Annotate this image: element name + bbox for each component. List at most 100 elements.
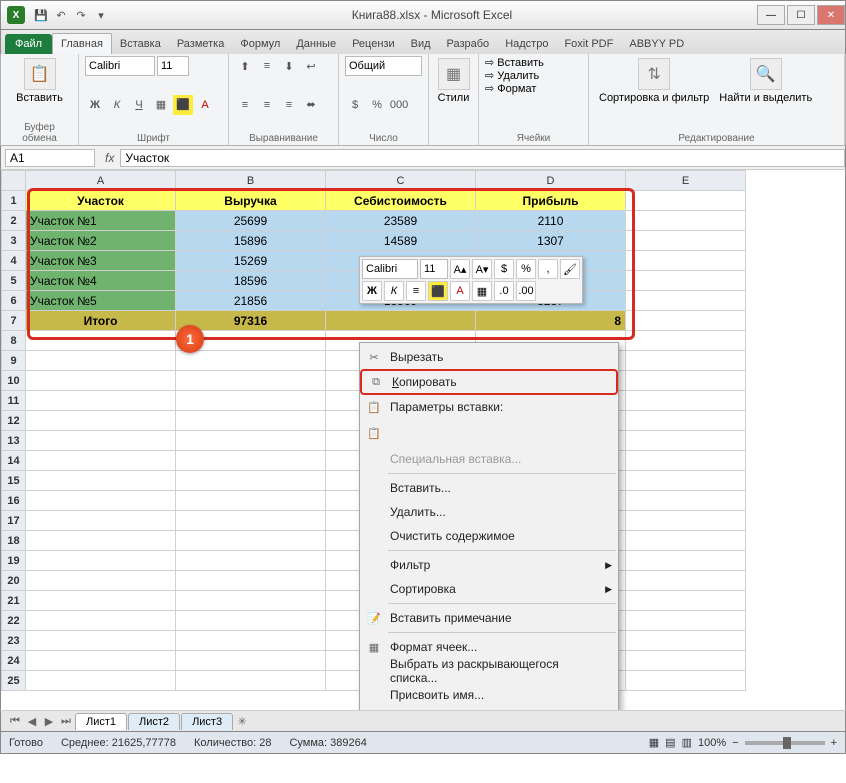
row-header[interactable]: 19: [2, 551, 26, 571]
mini-percent-button[interactable]: %: [516, 259, 536, 279]
tab-addins[interactable]: Надстро: [497, 34, 556, 54]
row-header[interactable]: 20: [2, 571, 26, 591]
qat-dropdown-icon[interactable]: ▾: [93, 7, 109, 23]
tab-insert[interactable]: Вставка: [112, 34, 169, 54]
row-header[interactable]: 16: [2, 491, 26, 511]
cell[interactable]: [326, 311, 476, 331]
cell[interactable]: Участок №4: [26, 271, 176, 291]
align-right-button[interactable]: ≡: [279, 95, 299, 115]
find-select-button[interactable]: 🔍Найти и выделить: [715, 56, 816, 106]
mini-italic-button[interactable]: К: [384, 281, 404, 301]
cell[interactable]: [176, 551, 326, 571]
cell[interactable]: [626, 331, 746, 351]
cell[interactable]: [626, 611, 746, 631]
row-header[interactable]: 12: [2, 411, 26, 431]
cell[interactable]: 15269: [176, 251, 326, 271]
cell[interactable]: 8: [476, 311, 626, 331]
row-header[interactable]: 22: [2, 611, 26, 631]
wrap-text-button[interactable]: ↩: [301, 56, 321, 76]
font-name-combo[interactable]: Calibri: [85, 56, 155, 76]
cell[interactable]: [626, 571, 746, 591]
mini-increase-decimal-button[interactable]: .0: [494, 281, 514, 301]
cell[interactable]: [176, 671, 326, 691]
tab-review[interactable]: Рецензи: [344, 34, 403, 54]
cell[interactable]: Итого: [26, 311, 176, 331]
cell[interactable]: [176, 591, 326, 611]
col-header-e[interactable]: E: [626, 171, 746, 191]
mini-fill-color-button[interactable]: ⬛: [428, 281, 448, 301]
view-normal-button[interactable]: ▦: [649, 736, 659, 749]
cell[interactable]: [26, 431, 176, 451]
cell[interactable]: [176, 471, 326, 491]
save-icon[interactable]: 💾: [33, 7, 49, 23]
col-header-d[interactable]: D: [476, 171, 626, 191]
menu-filter[interactable]: Фильтр▶: [360, 553, 618, 577]
row-header[interactable]: 24: [2, 651, 26, 671]
zoom-out-button[interactable]: −: [732, 737, 738, 749]
col-header-b[interactable]: B: [176, 171, 326, 191]
number-format-combo[interactable]: Общий: [345, 56, 422, 76]
redo-icon[interactable]: ↷: [73, 7, 89, 23]
view-break-button[interactable]: ▥: [682, 736, 692, 749]
formula-input[interactable]: Участок: [120, 149, 845, 167]
cell[interactable]: [26, 651, 176, 671]
row-header[interactable]: 6: [2, 291, 26, 311]
cell[interactable]: [626, 651, 746, 671]
sheet-nav-first[interactable]: ⏮: [7, 715, 23, 728]
align-bottom-button[interactable]: ⬇: [279, 56, 299, 76]
cell[interactable]: [176, 451, 326, 471]
row-header[interactable]: 4: [2, 251, 26, 271]
cell[interactable]: [26, 571, 176, 591]
row-header[interactable]: 15: [2, 471, 26, 491]
cell[interactable]: 14589: [326, 231, 476, 251]
tab-data[interactable]: Данные: [288, 34, 344, 54]
menu-paste-options[interactable]: 📋Параметры вставки:: [360, 395, 618, 419]
sheet-tab[interactable]: Лист3: [181, 713, 233, 730]
cell[interactable]: [26, 671, 176, 691]
menu-comment[interactable]: 📝Вставить примечание: [360, 606, 618, 630]
cell[interactable]: [626, 411, 746, 431]
cell[interactable]: [176, 371, 326, 391]
mini-border-button[interactable]: ▦: [472, 281, 492, 301]
cell[interactable]: [26, 371, 176, 391]
mini-currency-button[interactable]: $: [494, 259, 514, 279]
tab-formulas[interactable]: Формул: [232, 34, 288, 54]
bold-button[interactable]: Ж: [85, 95, 105, 115]
menu-insert[interactable]: Вставить...: [360, 476, 618, 500]
cell[interactable]: Участок №1: [26, 211, 176, 231]
cell[interactable]: [176, 411, 326, 431]
select-all-corner[interactable]: [2, 171, 26, 191]
row-header[interactable]: 25: [2, 671, 26, 691]
merge-button[interactable]: ⬌: [301, 95, 321, 115]
cell[interactable]: [176, 391, 326, 411]
font-color-button[interactable]: A: [195, 95, 215, 115]
mini-align-button[interactable]: ≡: [406, 281, 426, 301]
cell[interactable]: [626, 471, 746, 491]
mini-font-combo[interactable]: Calibri: [362, 259, 418, 279]
menu-copy[interactable]: ⧉Копировать: [360, 369, 618, 395]
row-header[interactable]: 13: [2, 431, 26, 451]
cell[interactable]: [26, 351, 176, 371]
currency-button[interactable]: $: [345, 95, 365, 115]
cell[interactable]: [626, 551, 746, 571]
row-header[interactable]: 18: [2, 531, 26, 551]
row-header[interactable]: 11: [2, 391, 26, 411]
row-header[interactable]: 3: [2, 231, 26, 251]
cell[interactable]: [26, 511, 176, 531]
view-layout-button[interactable]: ▤: [665, 736, 675, 749]
cell[interactable]: Себистоимость: [326, 191, 476, 211]
sheet-tab[interactable]: Лист2: [128, 713, 180, 730]
menu-cut[interactable]: ✂Вырезать: [360, 345, 618, 369]
cell[interactable]: [626, 191, 746, 211]
styles-button[interactable]: ▦ Стили: [435, 56, 472, 106]
mini-grow-font-button[interactable]: A▴: [450, 259, 470, 279]
cell[interactable]: [176, 491, 326, 511]
name-box[interactable]: A1: [5, 149, 95, 167]
cell[interactable]: [176, 651, 326, 671]
cell[interactable]: Выручка: [176, 191, 326, 211]
cell[interactable]: [626, 671, 746, 691]
cell[interactable]: [626, 631, 746, 651]
row-header[interactable]: 10: [2, 371, 26, 391]
paste-button[interactable]: 📋 Вставить: [7, 56, 72, 106]
cell[interactable]: [626, 591, 746, 611]
